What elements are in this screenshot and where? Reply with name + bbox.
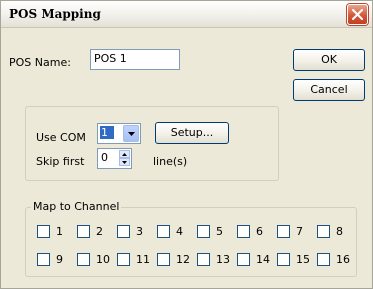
checkbox-box[interactable]	[197, 225, 210, 238]
channel-label: 14	[256, 253, 270, 266]
checkbox-box[interactable]	[37, 225, 50, 238]
window-title: POS Mapping	[9, 7, 101, 21]
channel-label: 13	[216, 253, 230, 266]
pos-name-input[interactable]: POS 1	[90, 49, 180, 70]
skip-lines-spinner[interactable]: 0	[97, 148, 132, 169]
checkbox-box[interactable]	[157, 253, 170, 266]
channel-label: 8	[336, 225, 343, 238]
map-to-channel-group	[25, 207, 357, 277]
spin-down-button[interactable]	[119, 158, 130, 166]
skip-first-label: Skip first	[36, 155, 85, 168]
channel-label: 1	[56, 225, 63, 238]
checkbox-box[interactable]	[277, 253, 290, 266]
setup-button[interactable]: Setup...	[155, 122, 229, 144]
skip-lines-value: 0	[101, 151, 108, 164]
checkbox-box[interactable]	[77, 225, 90, 238]
arrow-down-icon	[122, 161, 127, 164]
checkbox-box[interactable]	[317, 225, 330, 238]
com-port-dropdown-button[interactable]	[123, 125, 139, 142]
pos-mapping-dialog: POS Mapping POS Name: POS 1 OK Cancel Us…	[0, 0, 373, 289]
checkbox-box[interactable]	[237, 253, 250, 266]
channel-label: 16	[336, 253, 350, 266]
channel-label: 4	[176, 225, 183, 238]
checkbox-box[interactable]	[77, 253, 90, 266]
channel-label: 3	[136, 225, 143, 238]
checkbox-box[interactable]	[157, 225, 170, 238]
title-bar[interactable]: POS Mapping	[1, 1, 372, 28]
chevron-down-icon	[128, 132, 135, 136]
checkbox-box[interactable]	[317, 253, 330, 266]
use-com-label: Use COM	[36, 131, 86, 144]
channel-label: 2	[96, 225, 103, 238]
spin-up-button[interactable]	[119, 150, 130, 158]
channel-label: 9	[56, 253, 63, 266]
checkbox-box[interactable]	[277, 225, 290, 238]
channel-label: 15	[296, 253, 310, 266]
pos-name-label: POS Name:	[9, 56, 71, 69]
channel-label: 7	[296, 225, 303, 238]
checkbox-box[interactable]	[37, 253, 50, 266]
channel-label: 5	[216, 225, 223, 238]
channel-label: 10	[96, 253, 110, 266]
map-to-channel-legend: Map to Channel	[31, 200, 122, 213]
cancel-button[interactable]: Cancel	[293, 79, 365, 101]
channel-label: 12	[176, 253, 190, 266]
checkbox-box[interactable]	[237, 225, 250, 238]
close-button[interactable]	[347, 4, 368, 25]
channel-label: 6	[256, 225, 263, 238]
ok-button[interactable]: OK	[293, 49, 365, 71]
com-port-value: 1	[100, 126, 114, 139]
checkbox-box[interactable]	[117, 225, 130, 238]
lines-label: line(s)	[153, 155, 188, 168]
arrow-up-icon	[122, 153, 127, 156]
checkbox-box[interactable]	[117, 253, 130, 266]
checkbox-box[interactable]	[197, 253, 210, 266]
channel-label: 11	[136, 253, 150, 266]
com-port-select[interactable]: 1	[97, 123, 141, 144]
close-icon	[352, 9, 363, 20]
